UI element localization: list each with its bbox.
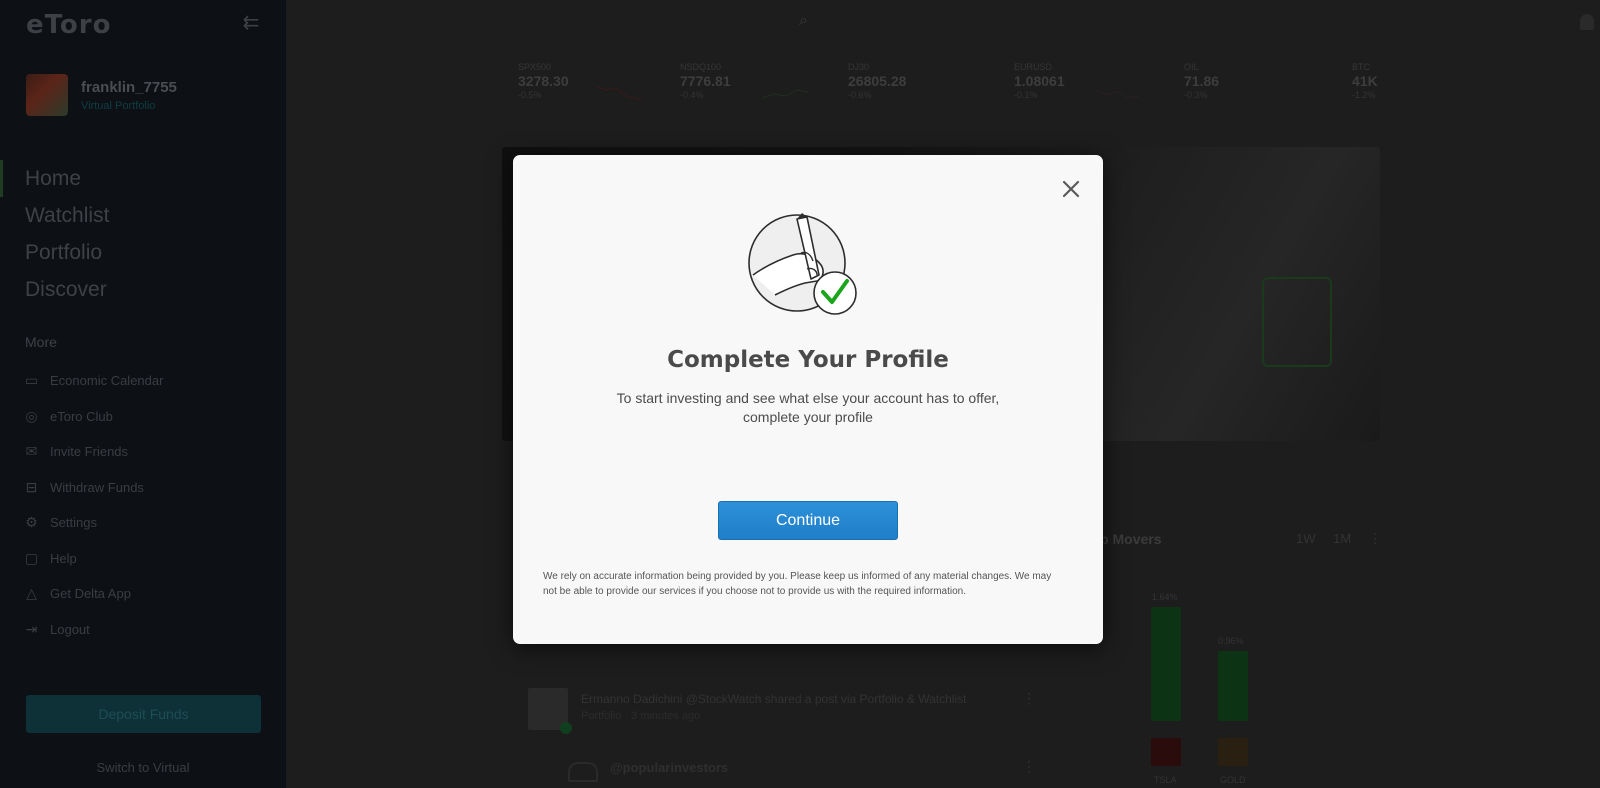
- continue-button[interactable]: Continue: [718, 501, 898, 540]
- signing-hand-icon: [748, 213, 857, 315]
- modal-overlay[interactable]: Complete Your Profile To start investing…: [0, 0, 1600, 788]
- modal-description: To start investing and see what else you…: [616, 390, 1000, 425]
- modal-title: Complete Your Profile: [667, 347, 949, 373]
- modal-disclaimer: We rely on accurate information being pr…: [543, 571, 1052, 597]
- close-icon[interactable]: [1059, 177, 1083, 201]
- complete-profile-modal: Complete Your Profile To start investing…: [513, 155, 1103, 644]
